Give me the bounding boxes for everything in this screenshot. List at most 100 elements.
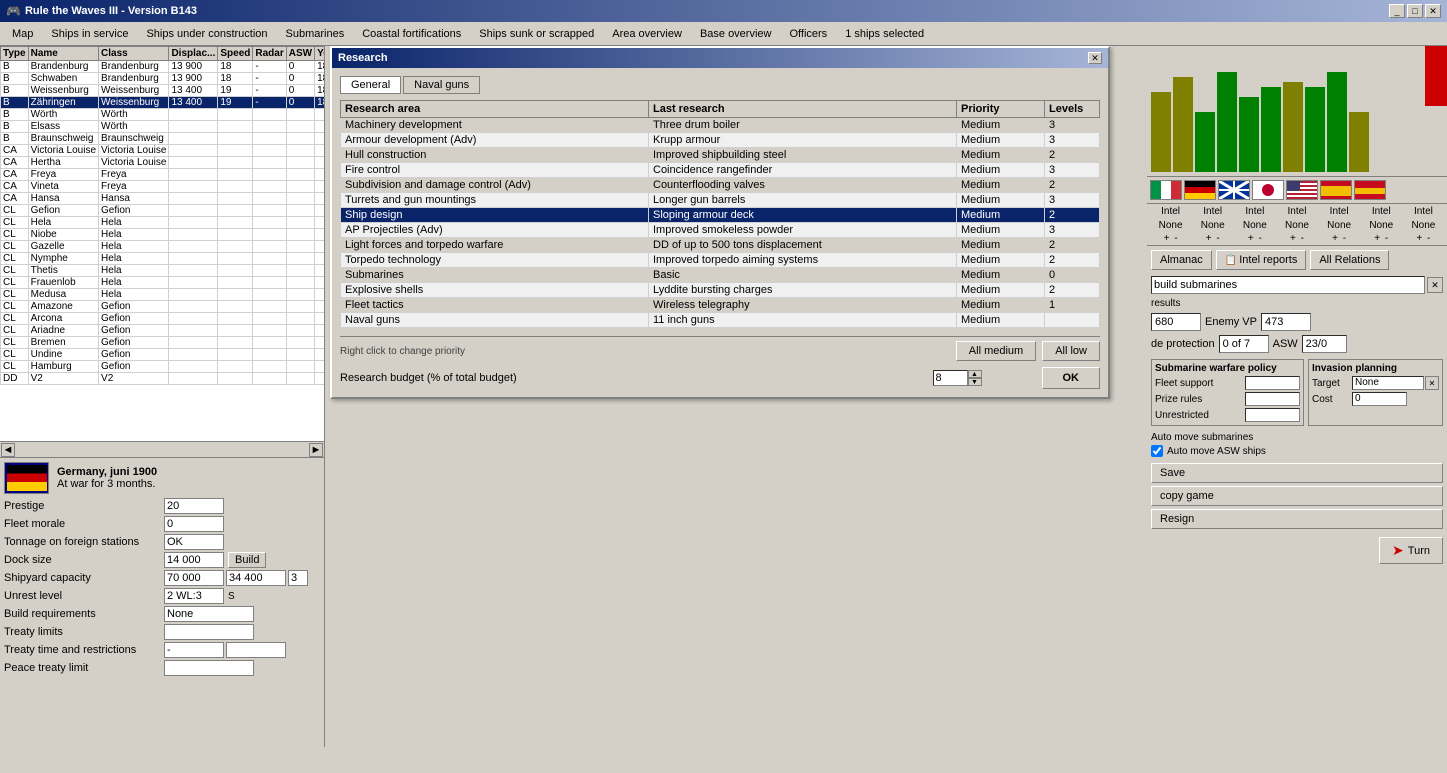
ok-button[interactable]: OK	[1042, 367, 1101, 389]
table-row[interactable]: B Braunschweig Braunschweig	[1, 133, 325, 145]
all-medium-button[interactable]: All medium	[956, 341, 1036, 361]
table-row[interactable]: CL Arcona Gefion	[1, 313, 325, 325]
table-row[interactable]: CL Hela Hela	[1, 217, 325, 229]
search-clear-button[interactable]: ✕	[1427, 277, 1443, 293]
col-research-area[interactable]: Research area	[341, 101, 649, 118]
dialog-close-button[interactable]: ✕	[1088, 52, 1102, 64]
copy-game-button[interactable]: copy game	[1151, 486, 1443, 506]
auto-asw-checkbox[interactable]	[1151, 445, 1163, 457]
table-row[interactable]: CL Medusa Hela	[1, 289, 325, 301]
research-row[interactable]: Light forces and torpedo warfare DD of u…	[341, 238, 1100, 253]
table-row[interactable]: CL Ariadne Gefion	[1, 325, 325, 337]
intel-pm-7[interactable]: + -	[1403, 233, 1444, 244]
col-year[interactable]: Year	[315, 47, 324, 61]
research-row[interactable]: Explosive shells Lyddite bursting charge…	[341, 283, 1100, 298]
col-disp[interactable]: Displac...	[169, 47, 218, 61]
intel-pm-2[interactable]: + -	[1192, 233, 1233, 244]
menu-ships-in-service[interactable]: Ships in service	[43, 26, 136, 42]
intel-pm-1[interactable]: + -	[1150, 233, 1191, 244]
table-row[interactable]: CA Freya Freya	[1, 169, 325, 181]
tab-naval-guns[interactable]: Naval guns	[403, 76, 480, 94]
table-row[interactable]: DD V2 V2	[1, 373, 325, 385]
research-row[interactable]: Machinery development Three drum boiler …	[341, 118, 1100, 133]
table-row[interactable]: CL Undine Gefion	[1, 349, 325, 361]
scroll-left[interactable]: ◄	[1, 443, 15, 457]
research-row[interactable]: Submarines Basic Medium 0	[341, 268, 1100, 283]
table-row[interactable]: B Schwaben Brandenburg 13 900 18 - 0 189…	[1, 73, 325, 85]
research-row[interactable]: Turrets and gun mountings Longer gun bar…	[341, 193, 1100, 208]
almanac-button[interactable]: Almanac	[1151, 250, 1212, 270]
intel-pm-4[interactable]: + -	[1276, 233, 1317, 244]
col-class[interactable]: Class	[99, 47, 169, 61]
budget-down[interactable]: ▼	[968, 378, 982, 386]
research-row[interactable]: Hull construction Improved shipbuilding …	[341, 148, 1100, 163]
research-row[interactable]: AP Projectiles (Adv) Improved smokeless …	[341, 223, 1100, 238]
col-radar[interactable]: Radar	[253, 47, 286, 61]
research-row[interactable]: Ship design Sloping armour deck Medium 2	[341, 208, 1100, 223]
menu-coastal-fortifications[interactable]: Coastal fortifications	[354, 26, 469, 42]
col-speed[interactable]: Speed	[218, 47, 253, 61]
ship-list-scroll[interactable]: Type Name Class Displac... Speed Radar A…	[0, 46, 324, 441]
research-row[interactable]: Fleet tactics Wireless telegraphy Medium…	[341, 298, 1100, 313]
intel-reports-button[interactable]: 📋 Intel reports	[1216, 250, 1307, 270]
save-button[interactable]: Save	[1151, 463, 1443, 483]
tab-general[interactable]: General	[340, 76, 401, 94]
table-row[interactable]: B Zähringen Weissenburg 13 400 19 - 0 18…	[1, 97, 325, 109]
budget-input[interactable]	[933, 370, 968, 386]
col-priority[interactable]: Priority	[957, 101, 1045, 118]
research-row[interactable]: Naval guns 11 inch guns Medium	[341, 313, 1100, 328]
budget-up[interactable]: ▲	[968, 370, 982, 378]
menu-ships-selected[interactable]: 1 ships selected	[837, 26, 932, 42]
col-type[interactable]: Type	[1, 47, 29, 61]
table-row[interactable]: B Brandenburg Brandenburg 13 900 18 - 0 …	[1, 61, 325, 73]
maximize-button[interactable]: □	[1407, 4, 1423, 18]
col-asw[interactable]: ASW	[286, 47, 314, 61]
table-row[interactable]: CL Hamburg Gefion	[1, 361, 325, 373]
menu-ships-under-construction[interactable]: Ships under construction	[138, 26, 275, 42]
col-levels[interactable]: Levels	[1045, 101, 1100, 118]
research-table-container[interactable]: Research area Last research Priority Lev…	[340, 100, 1100, 328]
table-row[interactable]: CL Frauenlob Hela	[1, 277, 325, 289]
menu-officers[interactable]: Officers	[781, 26, 835, 42]
table-row[interactable]: B Weissenburg Weissenburg 13 400 19 - 0 …	[1, 85, 325, 97]
menu-area-overview[interactable]: Area overview	[604, 26, 690, 42]
table-row[interactable]: CA Hansa Hansa	[1, 193, 325, 205]
target-clear-button[interactable]: ✕	[1425, 376, 1439, 390]
menu-ships-sunk[interactable]: Ships sunk or scrapped	[471, 26, 602, 42]
build-button[interactable]: Build	[228, 552, 266, 568]
table-row[interactable]: CA Victoria Louise Victoria Louise	[1, 145, 325, 157]
table-row[interactable]: B Wörth Wörth	[1, 109, 325, 121]
all-low-button[interactable]: All low	[1042, 341, 1100, 361]
all-relations-button[interactable]: All Relations	[1310, 250, 1389, 270]
table-row[interactable]: CL Nymphe Hela	[1, 253, 325, 265]
research-row[interactable]: Armour development (Adv) Krupp armour Me…	[341, 133, 1100, 148]
turn-button[interactable]: ➤ Turn	[1379, 537, 1443, 564]
resign-button[interactable]: Resign	[1151, 509, 1443, 529]
minimize-button[interactable]: _	[1389, 4, 1405, 18]
table-row[interactable]: CL Bremen Gefion	[1, 337, 325, 349]
scroll-right[interactable]: ►	[309, 443, 323, 457]
horizontal-scrollbar[interactable]: ◄ ►	[0, 441, 324, 457]
intel-pm-3[interactable]: + -	[1234, 233, 1275, 244]
table-row[interactable]: B Elsass Wörth	[1, 121, 325, 133]
research-row[interactable]: Torpedo technology Improved torpedo aimi…	[341, 253, 1100, 268]
research-row[interactable]: Fire control Coincidence rangefinder Med…	[341, 163, 1100, 178]
menu-submarines[interactable]: Submarines	[278, 26, 353, 42]
menu-base-overview[interactable]: Base overview	[692, 26, 780, 42]
table-row[interactable]: CL Niobe Hela	[1, 229, 325, 241]
close-button[interactable]: ✕	[1425, 4, 1441, 18]
table-row[interactable]: CA Vineta Freya	[1, 181, 325, 193]
table-row[interactable]: CL Gefion Gefion	[1, 205, 325, 217]
research-row[interactable]: Subdivision and damage control (Adv) Cou…	[341, 178, 1100, 193]
intel-pm-5[interactable]: + -	[1319, 233, 1360, 244]
menu-map[interactable]: Map	[4, 26, 41, 42]
table-row[interactable]: CL Thetis Hela	[1, 265, 325, 277]
intel-pm-6[interactable]: + -	[1361, 233, 1402, 244]
col-last-research[interactable]: Last research	[649, 101, 957, 118]
table-row[interactable]: CL Gazelle Hela	[1, 241, 325, 253]
table-row[interactable]: CA Hertha Victoria Louise	[1, 157, 325, 169]
search-input[interactable]	[1151, 276, 1425, 294]
col-name[interactable]: Name	[28, 47, 98, 61]
ship-speed	[218, 313, 253, 325]
table-row[interactable]: CL Amazone Gefion	[1, 301, 325, 313]
